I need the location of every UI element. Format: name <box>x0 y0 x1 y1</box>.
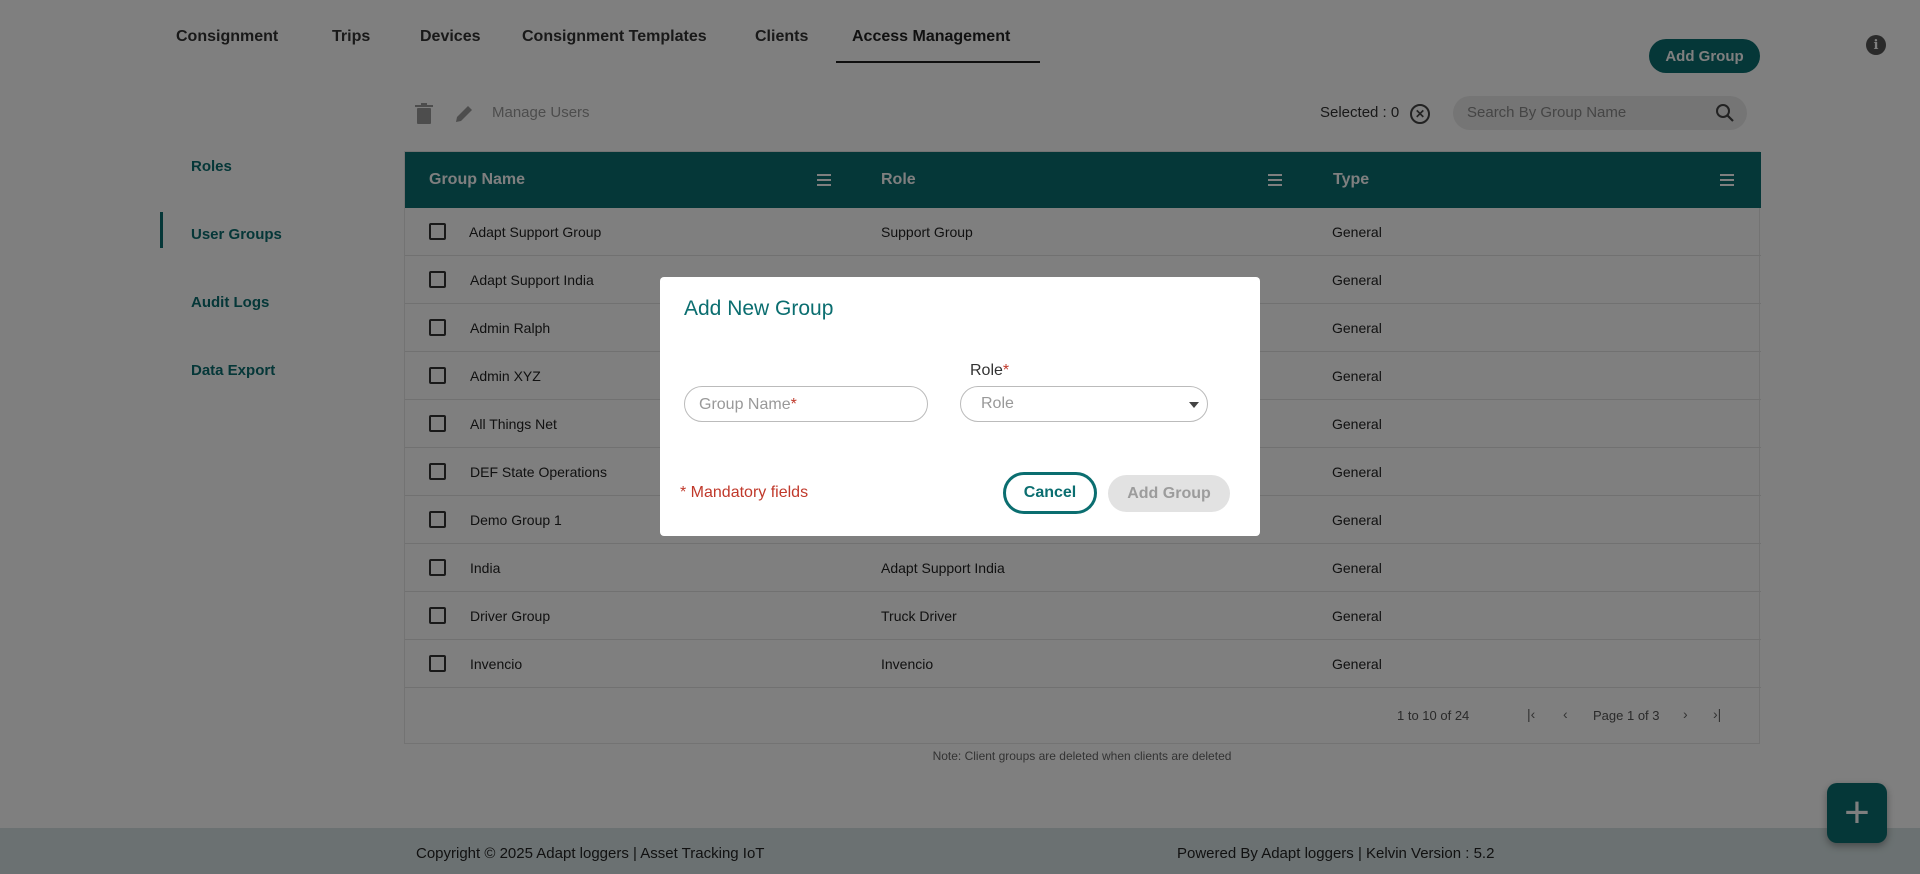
role-select[interactable]: Role <box>960 386 1208 422</box>
required-mark: * <box>1002 362 1010 379</box>
add-group-submit-button[interactable]: Add Group <box>1108 475 1230 512</box>
chevron-down-icon <box>1189 402 1199 408</box>
add-group-dialog: Add New Group Group Name* Role* Role * M… <box>660 277 1260 536</box>
cancel-button[interactable]: Cancel <box>1003 472 1097 514</box>
role-placeholder: Role <box>981 395 1014 412</box>
required-mark: * <box>790 396 797 413</box>
group-name-field[interactable]: Group Name* <box>684 386 928 422</box>
mandatory-fields-note: * Mandatory fields <box>680 484 809 501</box>
role-label: Role* <box>970 362 1010 379</box>
group-name-placeholder: Group Name* <box>699 396 797 413</box>
dialog-title: Add New Group <box>684 297 834 320</box>
